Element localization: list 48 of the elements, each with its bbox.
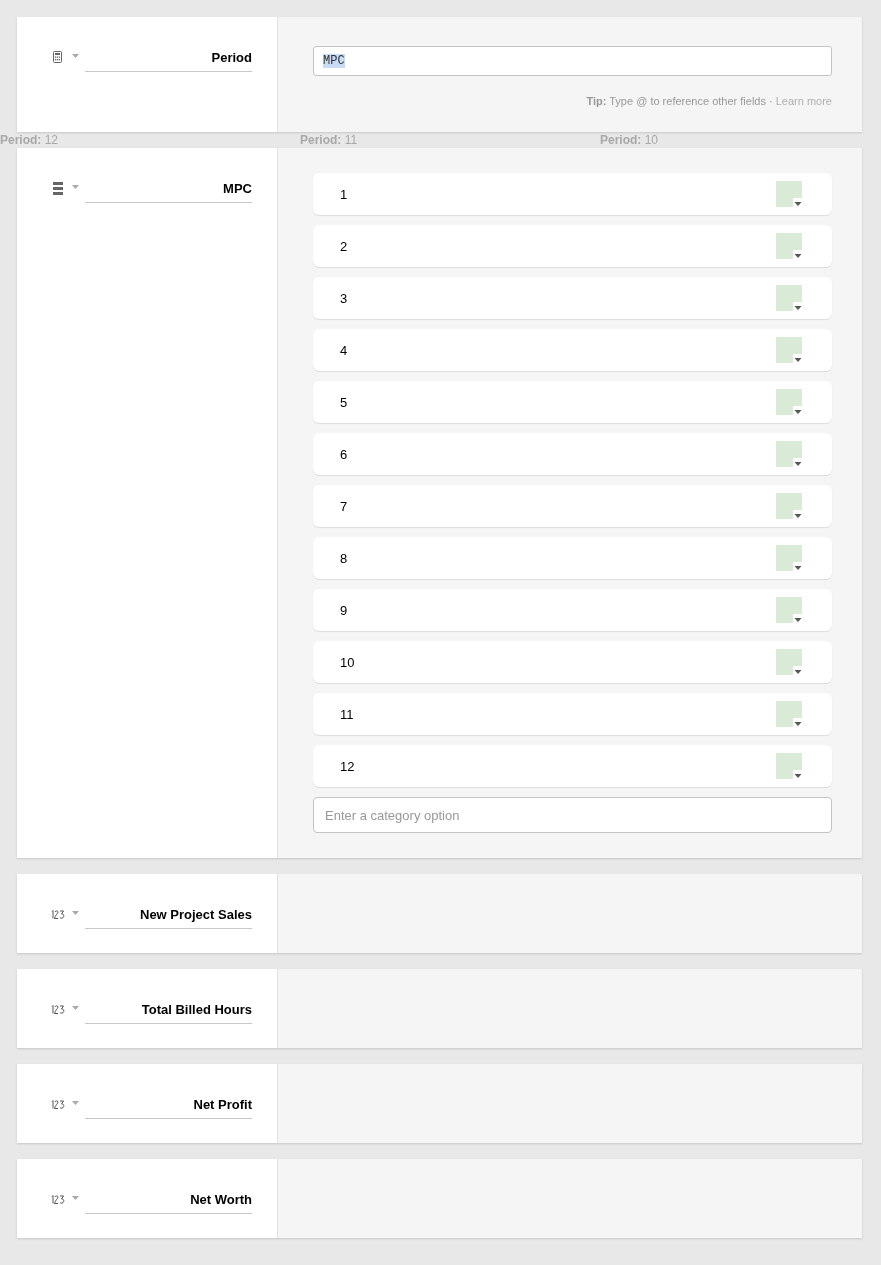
number-icon bbox=[50, 1004, 65, 1014]
number-icon bbox=[50, 1099, 65, 1109]
period-label: Period: 11 bbox=[300, 132, 359, 148]
category-option[interactable]: 11 bbox=[313, 693, 832, 735]
list-icon bbox=[52, 181, 63, 195]
color-swatch[interactable] bbox=[776, 545, 802, 571]
category-option[interactable]: 4 bbox=[313, 329, 832, 371]
color-swatch[interactable] bbox=[776, 233, 802, 259]
caret-icon[interactable] bbox=[72, 54, 79, 58]
category-option[interactable]: 10 bbox=[313, 641, 832, 683]
color-swatch[interactable] bbox=[776, 493, 802, 519]
field-name-input[interactable]: Net Profit bbox=[85, 1095, 252, 1119]
category-option[interactable]: 12 bbox=[313, 745, 832, 787]
caret-icon[interactable] bbox=[72, 1196, 79, 1200]
color-swatch[interactable] bbox=[776, 597, 802, 623]
category-option[interactable]: 9 bbox=[313, 589, 832, 631]
category-option[interactable]: 6 bbox=[313, 433, 832, 475]
category-option[interactable]: 3 bbox=[313, 277, 832, 319]
field-name-input[interactable]: MPC bbox=[85, 179, 252, 203]
color-swatch[interactable] bbox=[776, 337, 802, 363]
color-swatch[interactable] bbox=[776, 701, 802, 727]
color-swatch[interactable] bbox=[776, 181, 802, 207]
period-label: Period: 10 bbox=[600, 132, 660, 148]
field-name-input[interactable]: New Project Sales bbox=[85, 905, 252, 929]
period-label: Period: 12 bbox=[0, 132, 60, 148]
caret-icon[interactable] bbox=[72, 1101, 79, 1105]
category-option[interactable]: 1 bbox=[313, 173, 832, 215]
field-name-input[interactable]: Net Worth bbox=[85, 1190, 252, 1214]
color-swatch[interactable] bbox=[776, 649, 802, 675]
color-swatch[interactable] bbox=[776, 441, 802, 467]
calculator-icon bbox=[53, 51, 62, 63]
caret-icon[interactable] bbox=[72, 185, 79, 189]
color-swatch[interactable] bbox=[776, 753, 802, 779]
category-option[interactable]: 5 bbox=[313, 381, 832, 423]
tip-text: Tip: Type @ to reference other fields · Learn more bbox=[586, 95, 832, 107]
color-swatch[interactable] bbox=[776, 389, 802, 415]
category-option[interactable]: 7 bbox=[313, 485, 832, 527]
field-name-input[interactable]: Period bbox=[85, 48, 252, 72]
formula-input[interactable]: MPC bbox=[313, 46, 832, 76]
number-icon bbox=[50, 1194, 65, 1204]
caret-icon[interactable] bbox=[72, 911, 79, 915]
category-option[interactable]: 8 bbox=[313, 537, 832, 579]
field-name-input[interactable]: Total Billed Hours bbox=[85, 1000, 252, 1024]
caret-icon[interactable] bbox=[72, 1006, 79, 1010]
category-option[interactable]: 2 bbox=[313, 225, 832, 267]
color-swatch[interactable] bbox=[776, 285, 802, 311]
category-option-input[interactable]: Enter a category option bbox=[313, 797, 832, 833]
number-icon bbox=[50, 909, 65, 919]
